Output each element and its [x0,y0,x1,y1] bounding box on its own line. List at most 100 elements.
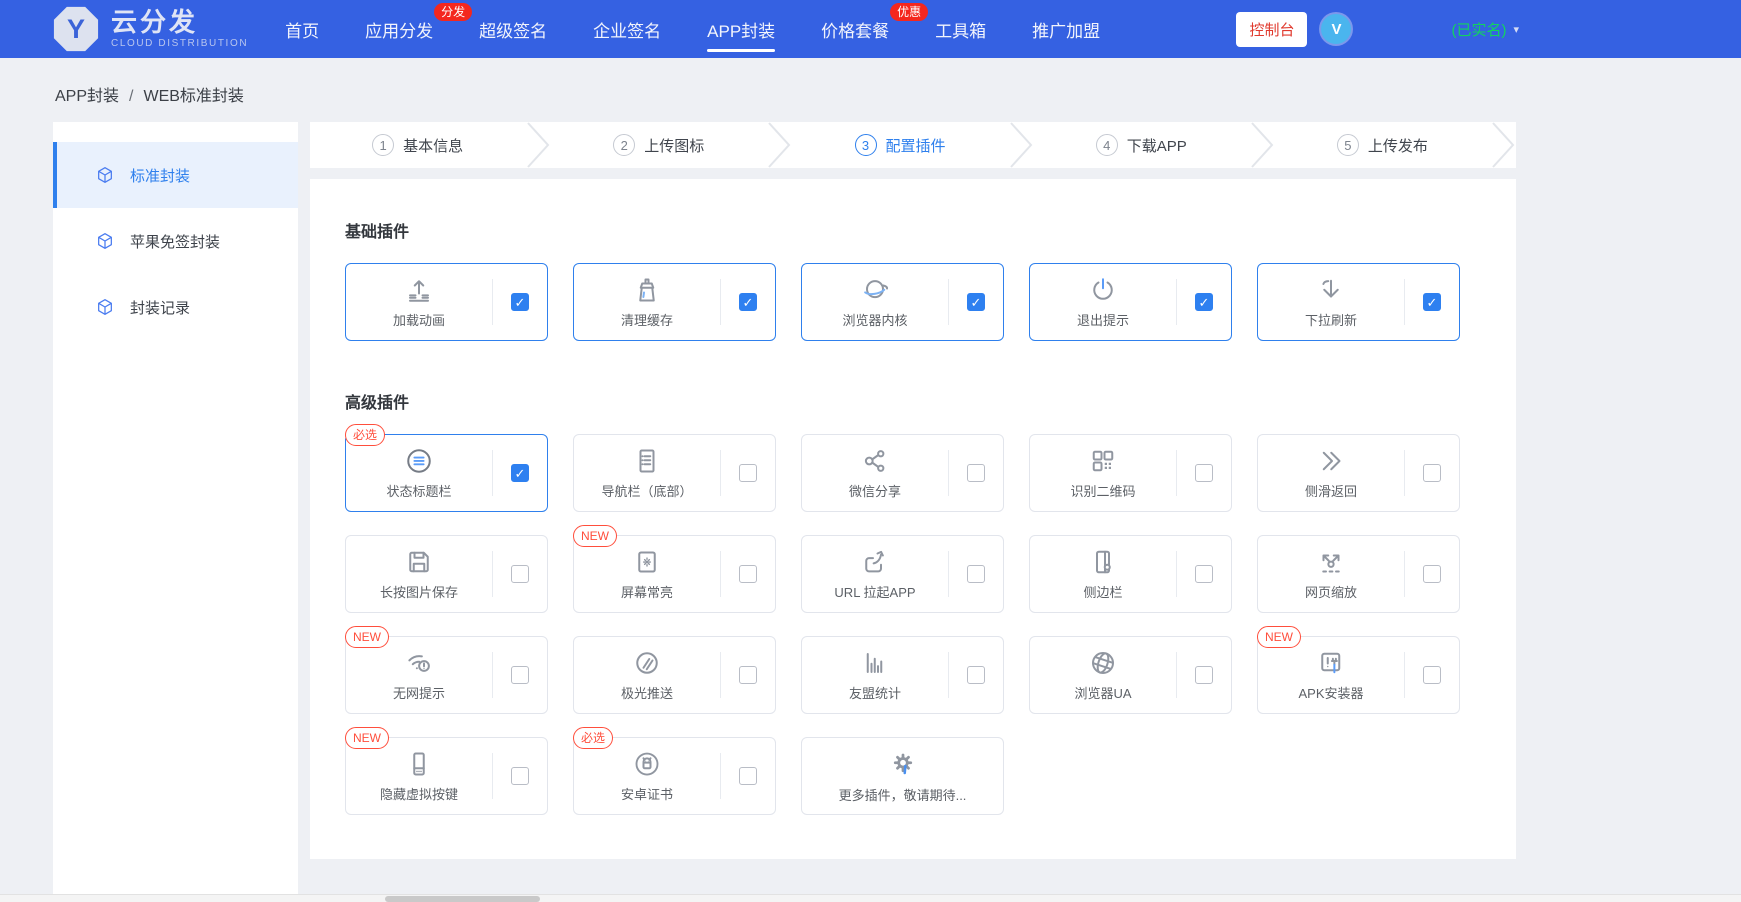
plugin-checkbox[interactable] [739,767,757,785]
plugin-card[interactable]: 识别二维码 [1029,434,1232,512]
nav-item-3[interactable]: 企业签名 [570,0,684,58]
checkbox-area [1405,565,1459,583]
plugin-checkbox[interactable] [511,293,529,311]
plugin-checkbox[interactable] [739,293,757,311]
avatar[interactable]: V [1321,14,1352,44]
app-logo[interactable]: Y 云分发 CLOUD DISTRIBUTION [53,6,248,52]
checkbox-area [949,293,1003,311]
breadcrumb: APP封装 / WEB标准封装 [55,82,1741,106]
plugin-checkbox[interactable] [1423,293,1441,311]
nav-item-0[interactable]: 首页 [262,0,342,58]
nav-item-6[interactable]: 工具箱 [912,0,1009,58]
verified-label: (已实名) [1451,21,1507,39]
step-5[interactable]: 5 上传发布 [1275,122,1490,168]
page-layout: 标准封装苹果免签封装 封装记录 1 基本信息 2 上传图标 3 配置插件 4 下载APP 5 上传发… [0,122,1741,902]
plugin-checkbox[interactable] [967,464,985,482]
logo-octagon-icon: Y [53,6,99,52]
plugin-checkbox[interactable] [511,767,529,785]
browser-core-icon [860,275,890,305]
plugin-checkbox[interactable] [1195,464,1213,482]
nav-item-4[interactable]: APP封装 [684,0,798,58]
plugin-card[interactable]: 微信分享 [801,434,1004,512]
plugin-label: 隐藏虚拟按键 [379,787,458,802]
plugin-checkbox[interactable] [739,565,757,583]
plugin-info: 无网提示 [346,648,492,702]
verified-status[interactable]: (已实名) [1451,19,1519,40]
step-3[interactable]: 3 配置插件 [792,122,1007,168]
navbar-right: 控制台 V (已实名) [1236,11,1519,47]
brand-subtitle: CLOUD DISTRIBUTION [111,38,249,50]
plugin-card[interactable]: NEW APK安装器 [1257,626,1460,714]
breadcrumb-section[interactable]: APP封装 [55,88,119,105]
plugin-card[interactable]: 浏览器UA [1029,636,1232,714]
plugin-checkbox[interactable] [1195,666,1213,684]
plugin-card[interactable]: 长按图片保存 [345,535,548,613]
plugin-content: 基础插件 加载动画清理缓存浏览器内核退出提示下拉刷新 高级插件 必选状态标题栏导… [310,179,1516,859]
plugin-card[interactable]: 友盟统计 [801,636,1004,714]
nav-item-7[interactable]: 推广加盟 [1009,0,1123,58]
sidebar: 标准封装苹果免签封装 封装记录 [53,122,298,902]
plugin-card[interactable]: NEW 无网提示 [345,626,548,714]
plugin-label: APK安装器 [1298,686,1364,701]
plugin-card[interactable]: URL 拉起APP [801,535,1004,613]
screen-bright-icon [632,547,662,577]
plugin-checkbox[interactable] [511,666,529,684]
plugin-card[interactable]: 退出提示 [1029,263,1232,341]
checkbox-area [493,464,547,482]
plugin-checkbox[interactable] [739,464,757,482]
plugin-card[interactable]: NEW 屏幕常亮 [573,525,776,613]
plugin-card[interactable]: 加载动画 [345,263,548,341]
sidebar-item-1[interactable]: 苹果免签封装 [53,208,298,274]
plugin-checkbox[interactable] [1423,565,1441,583]
plugin-label: 网页缩放 [1304,585,1357,600]
plugin-card[interactable]: 网页缩放 [1257,535,1460,613]
plugin-card[interactable]: 必选 状态标题栏 [345,424,548,512]
plugin-label: 退出提示 [1076,313,1129,328]
plugin-info: 隐藏虚拟按键 [346,749,492,803]
nav-item-label: 超级签名 [479,21,548,41]
checkbox-area [949,565,1003,583]
nav-item-label: 推广加盟 [1032,21,1101,41]
plugin-card[interactable]: 必选 安卓证书 [573,727,776,815]
step-2[interactable]: 2 上传图标 [551,122,766,168]
plugin-card[interactable]: 下拉刷新 [1257,263,1460,341]
sidebar-item-2[interactable]: 封装记录 [53,274,298,340]
console-button[interactable]: 控制台 [1236,11,1308,47]
plugin-checkbox[interactable] [511,565,529,583]
plugin-checkbox[interactable] [967,565,985,583]
scrollbar-thumb[interactable] [385,896,540,902]
plugin-checkbox[interactable] [511,464,529,482]
plugin-checkbox[interactable] [1195,293,1213,311]
plugin-checkbox[interactable] [967,666,985,684]
nav-item-2[interactable]: 超级签名 [456,0,570,58]
nav-item-1[interactable]: 应用分发 分发 [342,0,473,58]
plugin-checkbox[interactable] [739,666,757,684]
plugin-card[interactable]: 导航栏（底部） [573,434,776,512]
plugin-card[interactable]: 清理缓存 [573,263,776,341]
plugin-label: 屏幕常亮 [620,585,673,600]
plugin-card[interactable]: 侧边栏 [1029,535,1232,613]
step-label: 基本信息 [403,137,464,155]
plugin-card[interactable]: 浏览器内核 [801,263,1004,341]
plugin-label: 识别二维码 [1070,484,1136,499]
plugin-card[interactable]: 侧滑返回 [1257,434,1460,512]
sidebar-item-label: 封装记录 [130,299,191,317]
plugin-checkbox[interactable] [967,293,985,311]
step-label: 上传图标 [644,137,705,155]
sidebar-item-label: 苹果免签封装 [130,233,221,251]
plugin-info: 浏览器UA [1030,648,1176,702]
plugin-checkbox[interactable] [1423,464,1441,482]
checkbox-area [493,666,547,684]
plugin-card[interactable]: 极光推送 [573,636,776,714]
plugin-label: 微信分享 [848,484,901,499]
step-1[interactable]: 1 基本信息 [310,122,525,168]
plugin-checkbox[interactable] [1423,666,1441,684]
sidebar-item-0[interactable]: 标准封装 [53,142,298,208]
step-4[interactable]: 4 下载APP [1034,122,1249,168]
horizontal-scrollbar[interactable] [0,894,1741,902]
nav-item-5[interactable]: 价格套餐 优惠 [798,0,929,58]
checkbox-area [493,293,547,311]
plugin-card[interactable]: NEW 隐藏虚拟按键 [345,727,548,815]
step-number: 3 [854,134,877,156]
plugin-checkbox[interactable] [1195,565,1213,583]
